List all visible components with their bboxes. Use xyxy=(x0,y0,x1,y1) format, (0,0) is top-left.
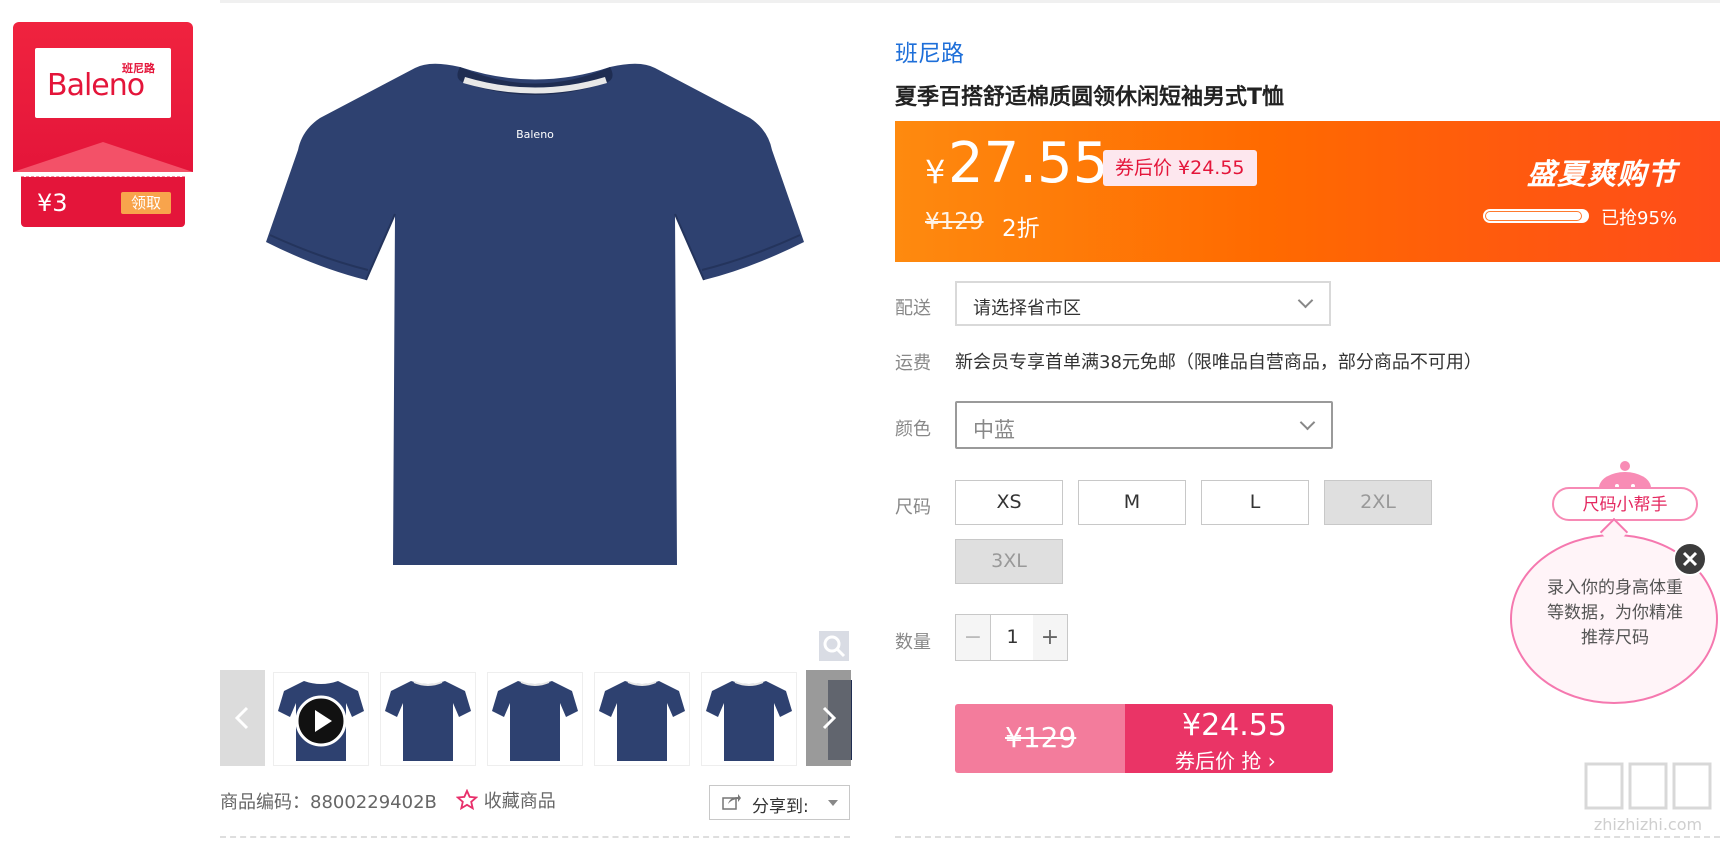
delivery-label: 配送 xyxy=(895,298,931,319)
color-label: 颜色 xyxy=(895,419,931,440)
coupon-footer: ¥3 领取 xyxy=(21,177,185,227)
buy-price: ¥24.55 xyxy=(1182,708,1287,743)
coupon-amount: ¥3 xyxy=(37,189,68,217)
color-select[interactable]: 中蓝 xyxy=(955,401,1333,449)
buy-original-price[interactable]: ¥129 xyxy=(955,704,1125,773)
shipping-text: 新会员专享首单满38元免邮（限唯品自营商品，部分商品不可用） xyxy=(955,352,1482,373)
chevron-down-icon xyxy=(1297,292,1314,309)
price-banner: ¥ 27.55 券后价 ¥24.55 ¥129 2折 盛夏爽购节 已抢95% xyxy=(895,121,1720,262)
size-label: 尺码 xyxy=(895,497,931,518)
sold-progress-text: 已抢95% xyxy=(1601,208,1678,229)
favorite-button[interactable]: 收藏商品 xyxy=(455,787,556,813)
svg-text:Baleno: Baleno xyxy=(516,128,554,141)
chevron-down-icon xyxy=(1299,414,1316,431)
coupon-header: Baleno 班尼路 xyxy=(13,22,193,172)
current-price: 27.55 xyxy=(948,131,1109,196)
close-icon[interactable] xyxy=(1673,542,1707,576)
size-helper-button[interactable]: 尺码小帮手 xyxy=(1552,487,1698,521)
original-price: ¥129 xyxy=(925,209,984,235)
shipping-label: 运费 xyxy=(895,353,931,374)
share-icon xyxy=(722,794,741,810)
sold-progress-fill xyxy=(1485,211,1582,221)
delivery-value: 请选择省市区 xyxy=(973,298,1081,319)
thumb-prev-button[interactable] xyxy=(220,670,265,766)
size-option-3xl[interactable]: 3XL xyxy=(955,539,1063,584)
size-option-2xl[interactable]: 2XL xyxy=(1324,480,1432,525)
claim-coupon-button[interactable]: 领取 xyxy=(121,192,171,214)
favorite-label: 收藏商品 xyxy=(483,791,556,812)
star-icon xyxy=(455,788,479,811)
color-value: 中蓝 xyxy=(973,418,1015,442)
thumb-next-button[interactable] xyxy=(806,670,851,766)
chevron-left-icon xyxy=(234,706,249,730)
svg-text:zhizhizhi.com: zhizhizhi.com xyxy=(1594,815,1702,834)
thumbnail-3[interactable] xyxy=(487,672,583,766)
festival-title: 盛夏爽购节 xyxy=(1527,157,1678,191)
discount-label: 2折 xyxy=(1002,216,1040,242)
quantity-input[interactable]: 1 xyxy=(990,615,1035,660)
delivery-select[interactable]: 请选择省市区 xyxy=(955,281,1331,326)
watermark: zhizhizhi.com xyxy=(1578,758,1718,838)
size-option-m[interactable]: M xyxy=(1078,480,1186,525)
quantity-decrease-button[interactable]: − xyxy=(956,615,990,660)
store-coupon[interactable]: Baleno 班尼路 ¥3 领取 xyxy=(13,22,193,227)
thumbnail-1[interactable] xyxy=(273,672,369,766)
product-title: 夏季百搭舒适棉质圆领休闲短袖男式T恤 xyxy=(895,85,1285,110)
brand-link[interactable]: 班尼路 xyxy=(895,34,964,68)
quantity-label: 数量 xyxy=(895,632,931,653)
quantity-stepper: − 1 + xyxy=(955,614,1068,661)
thumbnail-4[interactable] xyxy=(594,672,690,766)
buy-action-label: 券后价 抢 › xyxy=(1175,749,1276,773)
divider xyxy=(220,836,850,838)
size-option-xs[interactable]: XS xyxy=(955,480,1063,525)
quantity-increase-button[interactable]: + xyxy=(1033,615,1067,660)
main-product-image[interactable]: Baleno xyxy=(220,30,850,660)
thumbnail-5[interactable] xyxy=(701,672,797,766)
coupon-price-tag: 券后价 ¥24.55 xyxy=(1103,150,1257,186)
buy-now-button[interactable]: ¥24.55 券后价 抢 › xyxy=(1125,704,1333,773)
currency-symbol: ¥ xyxy=(925,153,946,191)
chevron-right-icon xyxy=(822,706,837,730)
size-helper-text: 录入你的身高体重等数据，为你精准推荐尺码 xyxy=(1547,578,1683,648)
zoom-icon[interactable] xyxy=(819,631,849,661)
buy-original-price-text: ¥129 xyxy=(1005,721,1077,754)
share-button[interactable]: 分享到: xyxy=(709,785,850,820)
share-label: 分享到: xyxy=(752,797,809,817)
top-divider xyxy=(220,0,1720,3)
sold-progress-bar xyxy=(1483,209,1589,223)
thumbnail-2[interactable] xyxy=(380,672,476,766)
caret-down-icon xyxy=(828,800,838,806)
brand-logo: Baleno 班尼路 xyxy=(35,48,171,118)
tshirt-image: Baleno xyxy=(266,63,804,565)
brand-logo-cn: 班尼路 xyxy=(122,62,155,75)
size-option-l[interactable]: L xyxy=(1201,480,1309,525)
sku-code: 商品编码：8800229402B xyxy=(220,792,437,813)
